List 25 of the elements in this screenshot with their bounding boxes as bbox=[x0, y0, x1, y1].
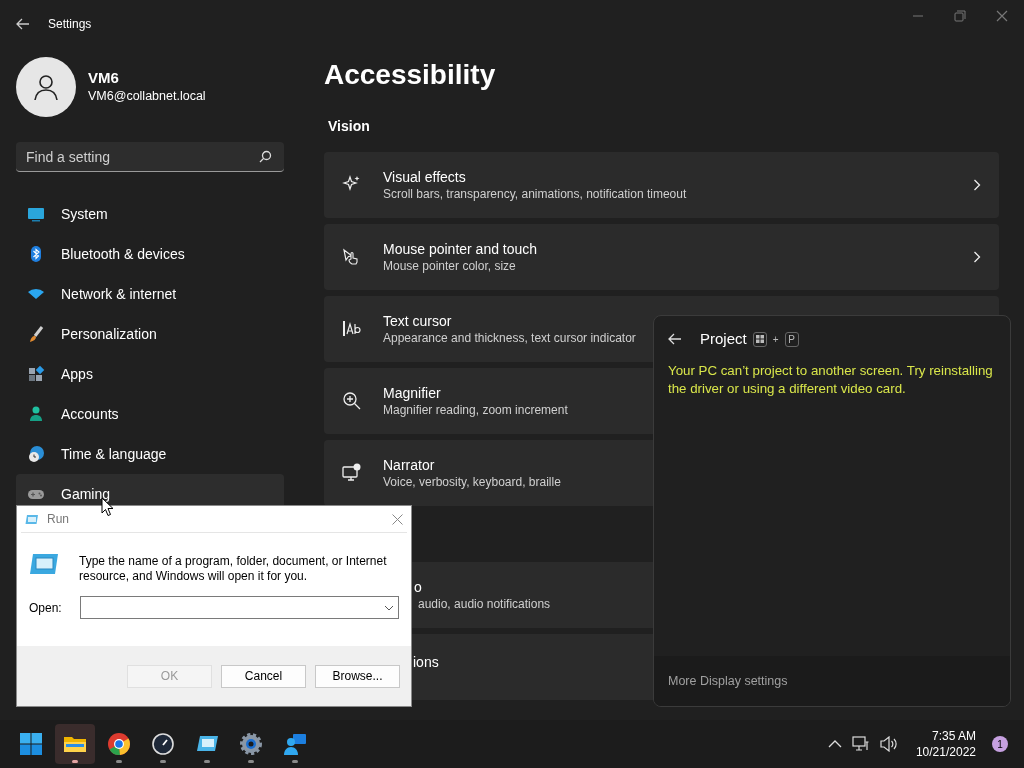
key-cap: P bbox=[784, 331, 799, 347]
card-subtitle: Mouse pointer color, size bbox=[383, 257, 517, 275]
account-email: VM6@collabnet.local bbox=[88, 87, 206, 105]
error-message: Your PC can’t project to another screen. Try reinstalling the driver or using a different video card. bbox=[667, 362, 994, 398]
card-title: Text cursor bbox=[383, 311, 453, 330]
dialog-title: Run bbox=[47, 511, 69, 528]
card-title: Magnifier bbox=[383, 383, 442, 402]
card-title: Mouse pointer and touch bbox=[383, 239, 538, 258]
card-subtitle: Scroll bars, transparency, animations, notification timeout bbox=[383, 185, 687, 203]
window-title: Settings bbox=[48, 16, 92, 33]
card-title: o bbox=[414, 577, 423, 596]
account-name: VM6 bbox=[88, 68, 120, 87]
card-subtitle: Appearance and thickness, text cursor indicator bbox=[383, 329, 636, 347]
section-heading: Vision bbox=[328, 117, 371, 136]
card-subtitle: Voice, verbosity, keyboard, braille bbox=[383, 473, 561, 491]
panel-title: Project bbox=[700, 328, 747, 349]
card-title: Narrator bbox=[383, 455, 436, 474]
page-title: Accessibility bbox=[324, 58, 497, 92]
card-title: Visual effects bbox=[383, 167, 467, 186]
card-title: ions bbox=[413, 653, 439, 671]
card-subtitle: Magnifier reading, zoom increment bbox=[383, 401, 568, 419]
field-label: Open: bbox=[29, 599, 62, 617]
dialog-message: Type the name of a program, folder, document, or Internet resource, and Windows will open it for you. bbox=[79, 553, 388, 584]
shortcut-plus: + bbox=[772, 332, 779, 347]
card-subtitle: audio, audio notifications bbox=[418, 595, 551, 613]
